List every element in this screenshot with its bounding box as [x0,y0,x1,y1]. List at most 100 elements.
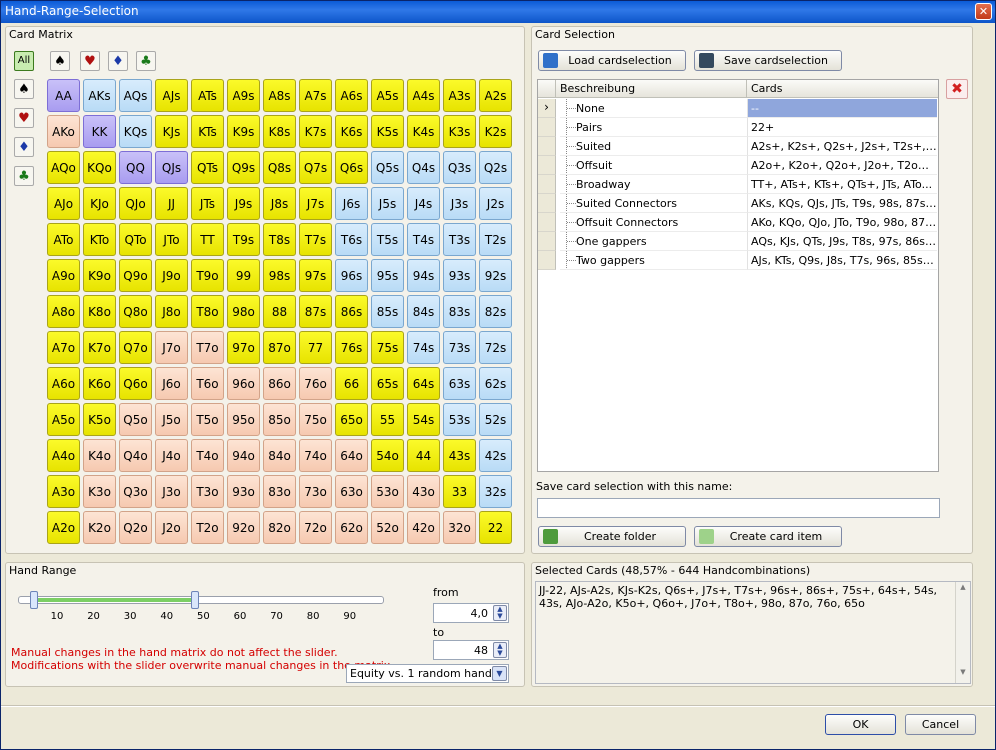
hand-cell-j9o[interactable]: J9o [155,259,188,292]
hand-cell-52s[interactable]: 52s [479,403,512,436]
hand-cell-82o[interactable]: 82o [263,511,296,544]
hand-cell-42o[interactable]: 42o [407,511,440,544]
row-selector[interactable] [538,213,556,232]
hand-cell-qq[interactable]: QQ [119,151,152,184]
slider-low-thumb[interactable] [29,591,38,609]
hand-cell-65o[interactable]: 65o [335,403,368,436]
club-suit-filter-side-button[interactable]: ♣ [14,166,34,186]
hand-cell-k2o[interactable]: K2o [83,511,116,544]
hand-cell-a5s[interactable]: A5s [371,79,404,112]
hand-cell-jts[interactable]: JTs [191,187,224,220]
hand-cell-k4s[interactable]: K4s [407,115,440,148]
hand-cell-76o[interactable]: 76o [299,367,332,400]
hand-cell-76s[interactable]: 76s [335,331,368,364]
hand-cell-jto[interactable]: JTo [155,223,188,256]
scroll-down-arrow[interactable]: ▼ [957,668,969,682]
hand-cell-tt[interactable]: TT [191,223,224,256]
heart-suit-filter-button[interactable]: ♥ [80,51,100,71]
hand-cell-a3o[interactable]: A3o [47,475,80,508]
slider-high-thumb[interactable] [190,591,199,609]
hand-cell-74s[interactable]: 74s [407,331,440,364]
hand-cell-j3o[interactable]: J3o [155,475,188,508]
row-selector[interactable] [538,194,556,213]
hand-cell-t4s[interactable]: T4s [407,223,440,256]
hand-cell-55[interactable]: 55 [371,403,404,436]
table-row[interactable]: Broadway TT+, ATs+, KTs+, QTs+, JTs, ATo.… [538,175,938,194]
row-selector[interactable] [538,118,556,137]
hand-cell-j9s[interactable]: J9s [227,187,260,220]
hand-cell-88[interactable]: 88 [263,295,296,328]
hand-cell-43s[interactable]: 43s [443,439,476,472]
hand-cell-j7o[interactable]: J7o [155,331,188,364]
hand-cell-t3s[interactable]: T3s [443,223,476,256]
hand-cell-j2o[interactable]: J2o [155,511,188,544]
hand-cell-a4o[interactable]: A4o [47,439,80,472]
hand-cell-72s[interactable]: 72s [479,331,512,364]
save-cardselection-button[interactable]: Save cardselection [694,50,842,71]
hand-cell-53o[interactable]: 53o [371,475,404,508]
hand-cell-42s[interactable]: 42s [479,439,512,472]
hand-cell-t7s[interactable]: T7s [299,223,332,256]
hand-cell-22[interactable]: 22 [479,511,512,544]
from-spinner-arrows[interactable]: ▲ ▼ [493,605,507,621]
hand-cell-aks[interactable]: AKs [83,79,116,112]
hand-cell-62o[interactable]: 62o [335,511,368,544]
hand-cell-j5s[interactable]: J5s [371,187,404,220]
hand-cell-t2o[interactable]: T2o [191,511,224,544]
hand-cell-aa[interactable]: AA [47,79,80,112]
hand-cell-kqs[interactable]: KQs [119,115,152,148]
hand-cell-q7o[interactable]: Q7o [119,331,152,364]
hand-cell-qto[interactable]: QTo [119,223,152,256]
hand-cell-qjo[interactable]: QJo [119,187,152,220]
hand-cell-j8s[interactable]: J8s [263,187,296,220]
hand-cell-64o[interactable]: 64o [335,439,368,472]
hand-cell-73o[interactable]: 73o [299,475,332,508]
hand-cell-k4o[interactable]: K4o [83,439,116,472]
hand-cell-a2o[interactable]: A2o [47,511,80,544]
selected-cards-textarea[interactable]: JJ-22, AJs-A2s, KJs-K2s, Q6s+, J7s+, T7s… [535,581,971,684]
hand-cell-95o[interactable]: 95o [227,403,260,436]
club-suit-filter-button[interactable]: ♣ [136,51,156,71]
hand-cell-j6s[interactable]: J6s [335,187,368,220]
hand-cell-65s[interactable]: 65s [371,367,404,400]
table-row[interactable]: Suited A2s+, K2s+, Q2s+, J2s+, T2s+, 9... [538,137,938,156]
hand-cell-q5s[interactable]: Q5s [371,151,404,184]
hand-cell-t6o[interactable]: T6o [191,367,224,400]
hand-cell-k8o[interactable]: K8o [83,295,116,328]
hand-cell-q6s[interactable]: Q6s [335,151,368,184]
hand-cell-75s[interactable]: 75s [371,331,404,364]
hand-cell-q4o[interactable]: Q4o [119,439,152,472]
hand-cell-96o[interactable]: 96o [227,367,260,400]
delete-item-button[interactable]: ✖ [946,79,968,99]
table-row[interactable]: Offsuit A2o+, K2o+, Q2o+, J2o+, T2o+, ... [538,156,938,175]
hand-cell-43o[interactable]: 43o [407,475,440,508]
hand-cell-k8s[interactable]: K8s [263,115,296,148]
row-selector[interactable] [538,232,556,251]
row-selector[interactable] [538,137,556,156]
diamond-suit-filter-side-button[interactable]: ♦ [14,137,34,157]
hand-cell-t8o[interactable]: T8o [191,295,224,328]
table-row[interactable]: › None -- [538,99,938,118]
hand-cell-q3s[interactable]: Q3s [443,151,476,184]
hand-cell-85o[interactable]: 85o [263,403,296,436]
load-cardselection-button[interactable]: Load cardselection [538,50,686,71]
hand-cell-k7s[interactable]: K7s [299,115,332,148]
row-selector[interactable] [538,251,556,270]
table-row[interactable]: Two gappers AJs, KTs, Q9s, J8s, T7s, 96s,… [538,251,938,270]
hand-cell-ato[interactable]: ATo [47,223,80,256]
table-row[interactable]: Offsuit Connectors AKo, KQo, QJo, JTo, T9… [538,213,938,232]
hand-cell-j6o[interactable]: J6o [155,367,188,400]
hand-cell-84o[interactable]: 84o [263,439,296,472]
hand-cell-kto[interactable]: KTo [83,223,116,256]
hand-cell-a7o[interactable]: A7o [47,331,80,364]
hand-cell-kjs[interactable]: KJs [155,115,188,148]
close-window-button[interactable]: ✕ [975,3,992,20]
hand-cell-93o[interactable]: 93o [227,475,260,508]
hand-cell-97o[interactable]: 97o [227,331,260,364]
hand-cell-t9s[interactable]: T9s [227,223,260,256]
select-all-button[interactable]: All [14,51,34,71]
hand-cell-a3s[interactable]: A3s [443,79,476,112]
hand-cell-97s[interactable]: 97s [299,259,332,292]
hand-cell-86o[interactable]: 86o [263,367,296,400]
hand-cell-k9o[interactable]: K9o [83,259,116,292]
